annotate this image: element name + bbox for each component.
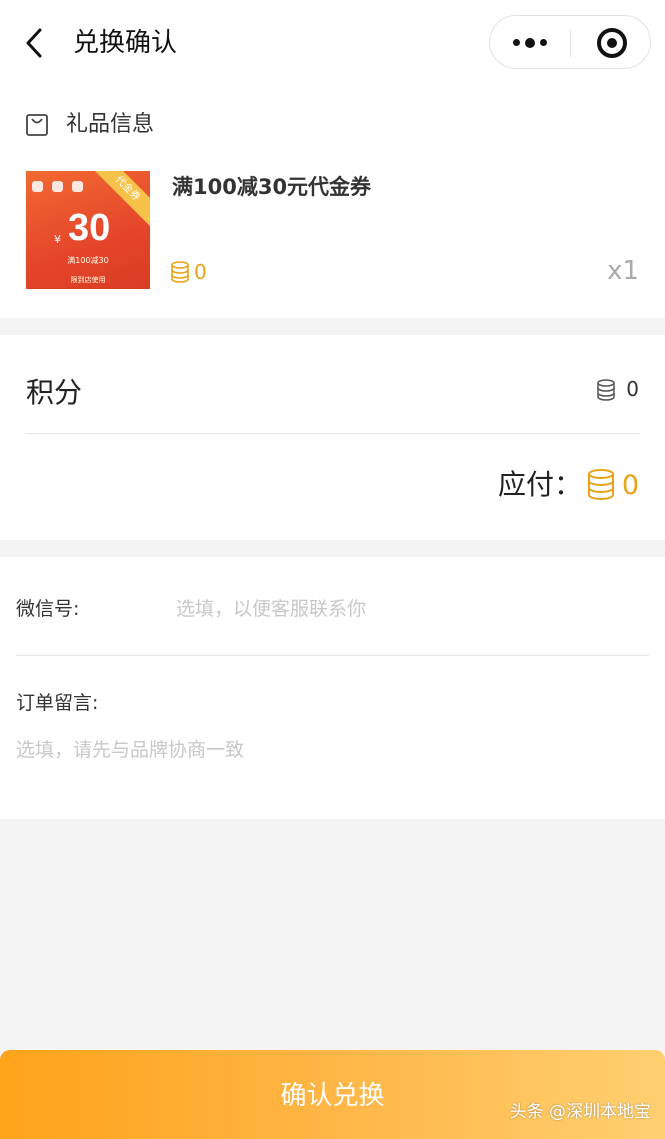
points-label: 积分 <box>26 376 83 409</box>
gift-quantity: x1 <box>607 256 639 286</box>
navigation-bar: 兑换确认 <box>0 0 665 86</box>
section-label: 礼品信息 <box>66 112 155 137</box>
voucher-footnote: 限到店使用 <box>70 276 106 284</box>
points-section: 积分 0 应付： 0 <box>0 335 665 540</box>
gift-info-section: 礼品信息 代金券 ¥ 30 满100减30 限到店使用 满100减30元代金券 … <box>0 86 665 318</box>
coin-stack-icon <box>596 379 616 401</box>
voucher-currency: ¥ <box>54 233 61 246</box>
more-button[interactable] <box>490 16 570 68</box>
form-section: 微信号: 订单留言: <box>0 557 665 819</box>
voucher-image: 代金券 ¥ 30 满100减30 限到店使用 <box>26 171 150 289</box>
confirm-exchange-button[interactable]: 确认兑换 <box>0 1050 665 1139</box>
mini-program-capsule <box>489 15 651 69</box>
payable-label: 应付： <box>498 468 583 501</box>
order-note-input[interactable] <box>16 735 646 795</box>
order-note-label: 订单留言: <box>16 692 99 714</box>
wechat-label: 微信号: <box>16 598 80 620</box>
back-arrow-icon[interactable] <box>22 26 50 60</box>
gift-name: 满100减30元代金券 <box>172 175 372 199</box>
close-button[interactable] <box>571 16 651 68</box>
brand-logos <box>32 177 92 192</box>
divider <box>26 433 640 434</box>
gift-points-value: 0 <box>194 260 207 284</box>
coin-stack-icon <box>170 261 190 283</box>
page-title: 兑换确认 <box>73 28 178 58</box>
voucher-condition: 满100减30 <box>67 256 109 265</box>
gift-bag-icon <box>25 113 49 137</box>
divider <box>16 655 649 656</box>
voucher-amount: 30 <box>68 207 111 249</box>
more-dots-icon <box>513 38 547 48</box>
watermark: 头条 @深圳本地宝 <box>509 1102 651 1122</box>
wechat-input[interactable] <box>176 591 636 627</box>
payable-value: 0 <box>621 470 639 501</box>
points-value: 0 <box>626 377 639 401</box>
coin-stack-icon <box>586 469 616 501</box>
close-target-icon <box>597 28 627 58</box>
